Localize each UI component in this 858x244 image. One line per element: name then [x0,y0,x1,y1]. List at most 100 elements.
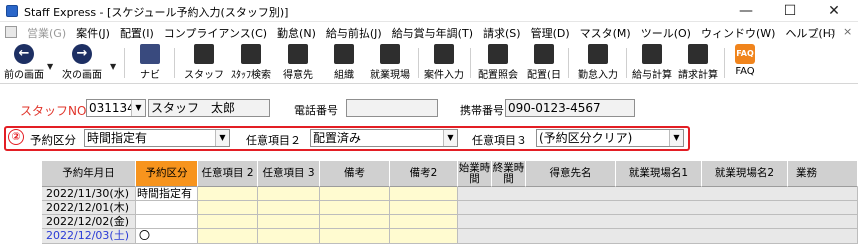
notes2-cell[interactable] [390,229,458,244]
close-button[interactable]: ✕ [812,0,856,22]
phone-field [346,99,438,117]
menu-payroll-advance[interactable]: 給与前払(J) [321,25,387,41]
column-header-optional-item2[interactable]: 任意項目 2 [198,161,258,187]
placement-day-button[interactable]: 配置(日 [524,44,564,81]
optional-item2-cell[interactable] [198,187,258,201]
case-entry-button[interactable]: 案件入力 [422,44,466,81]
mobile-label: 携帯番号 [460,104,504,117]
reservation-type-cell[interactable] [136,201,198,215]
menu-window[interactable]: ウィンドウ(W) [696,25,780,41]
menu-attendance[interactable]: 勤怠(N) [272,25,321,41]
placement-inquiry-button[interactable]: 配置照会 [474,44,522,81]
menu-case[interactable]: 案件(J) [71,25,115,41]
mdi-close-button[interactable]: × [843,25,852,38]
staff-search-icon [241,44,261,64]
notes-cell[interactable] [320,201,390,215]
workplace-button[interactable]: 就業現場 [366,44,414,81]
optional-item3-select[interactable]: (予約区分クリア) ▼ [536,129,684,147]
notes-cell[interactable] [320,187,390,201]
next-dropdown-icon[interactable]: ▼ [110,62,116,71]
optional-item3-cell[interactable] [258,187,320,201]
app-icon [6,5,18,17]
case-entry-icon [434,44,454,64]
optional-item2-label: 任意項目２ [246,134,301,147]
menu-billing[interactable]: 請求(S) [478,25,526,41]
column-header-workplace1[interactable]: 就業現場名1 [616,161,702,187]
optional-item2-cell[interactable] [198,229,258,244]
toolbar-separator [724,48,725,78]
menu-tools[interactable]: ツール(O) [636,25,696,41]
prev-dropdown-icon[interactable]: ▼ [47,62,53,71]
organization-button[interactable]: 組織 [326,44,362,81]
column-header-reservation-date[interactable]: 予約年月日 [42,161,136,187]
optional-item2-cell[interactable] [198,201,258,215]
readonly-cells [458,187,858,201]
arrow-right-icon: → [72,44,92,64]
attendance-entry-button[interactable]: 勤怠入力 [574,44,622,81]
notes-cell[interactable] [320,229,390,244]
placement-inquiry-icon [488,44,508,64]
chevron-down-icon[interactable]: ▼ [669,130,683,146]
mdi-restore-button[interactable]: ▫ [828,25,835,38]
optional-item3-cell[interactable] [258,215,320,229]
column-header-business[interactable]: 業務 [788,161,858,187]
toolbar-separator [124,48,125,78]
next-screen-button[interactable]: → 次の画面 [58,44,106,81]
notes2-cell[interactable] [390,215,458,229]
reservation-type-cell[interactable]: 〇 [136,229,198,244]
column-header-end-time[interactable]: 終業時間 [492,161,526,187]
column-header-workplace2[interactable]: 就業現場名2 [702,161,788,187]
notes2-cell[interactable] [390,187,458,201]
payroll-calc-icon [642,44,662,64]
column-header-customer-name[interactable]: 得意先名 [526,161,616,187]
title-bar: Staff Express - [スケジュール予約入力(スタッフ別)] — ☐ … [0,0,858,22]
chevron-down-icon[interactable]: ▼ [443,130,457,146]
staff-search-button[interactable]: ｽﾀｯﾌ検索 [228,44,274,81]
column-header-reservation-type[interactable]: 予約区分 [136,161,198,187]
navi-button[interactable]: ナビ [132,44,168,81]
mdi-minimize-button[interactable]: _ [812,25,818,38]
staff-button[interactable]: スタッフ [184,44,224,81]
prev-screen-button[interactable]: ← 前の画面 [2,44,46,81]
menu-sales[interactable]: 営業(G) [22,25,71,41]
customer-button[interactable]: 得意先 [278,44,318,81]
column-header-notes2[interactable]: 備考2 [390,161,458,187]
menu-admin[interactable]: 管理(D) [526,25,575,41]
menu-master[interactable]: マスタ(M) [575,25,636,41]
document-icon[interactable] [5,26,17,38]
column-header-notes[interactable]: 備考 [320,161,390,187]
staff-no-value: 031134 [89,101,135,115]
column-header-optional-item3[interactable]: 任意項目 3 [258,161,320,187]
placement-day-icon [534,44,554,64]
optional-item3-cell[interactable] [258,201,320,215]
menu-placement[interactable]: 配置(I) [115,25,159,41]
phone-label: 電話番号 [294,104,338,117]
maximize-button[interactable]: ☐ [768,0,812,22]
optional-item2-cell[interactable] [198,215,258,229]
readonly-cells [458,201,858,215]
minimize-button[interactable]: — [724,0,768,22]
readonly-cells [458,215,858,229]
column-header-start-time[interactable]: 始業時間 [458,161,492,187]
optional-item2-select[interactable]: 配置済み ▼ [310,129,458,147]
staff-no-combo[interactable]: 031134 ▼ [86,99,146,117]
window-title: Staff Express - [スケジュール予約入力(スタッフ別)] [24,6,289,19]
reservation-type-cell[interactable]: 時間指定有 [136,187,198,201]
chevron-down-icon[interactable]: ▼ [215,130,229,146]
reservation-type-select[interactable]: 時間指定有 ▼ [84,129,230,147]
optional-item3-cell[interactable] [258,229,320,244]
menu-compliance[interactable]: コンプライアンス(C) [159,25,272,41]
faq-icon: FAQ [735,44,755,64]
notes2-cell[interactable] [390,201,458,215]
menu-payroll-bonus[interactable]: 給与賞与年調(T) [387,25,478,41]
reservation-type-cell[interactable] [136,215,198,229]
notes-cell[interactable] [320,215,390,229]
chevron-down-icon[interactable]: ▼ [131,100,145,116]
payroll-calc-button[interactable]: 給与計算 [630,44,674,81]
customer-icon [288,44,308,64]
billing-calc-button[interactable]: 請求計算 [676,44,720,81]
staff-name-field: スタッフ 太郎 [148,99,270,117]
faq-button[interactable]: FAQ FAQ [730,44,760,77]
reservation-date-cell: 2022/12/01(木) [42,201,136,215]
menu-bar: 営業(G) 案件(J) 配置(I) コンプライアンス(C) 勤怠(N) 給与前払(J) 給与… [0,22,858,42]
